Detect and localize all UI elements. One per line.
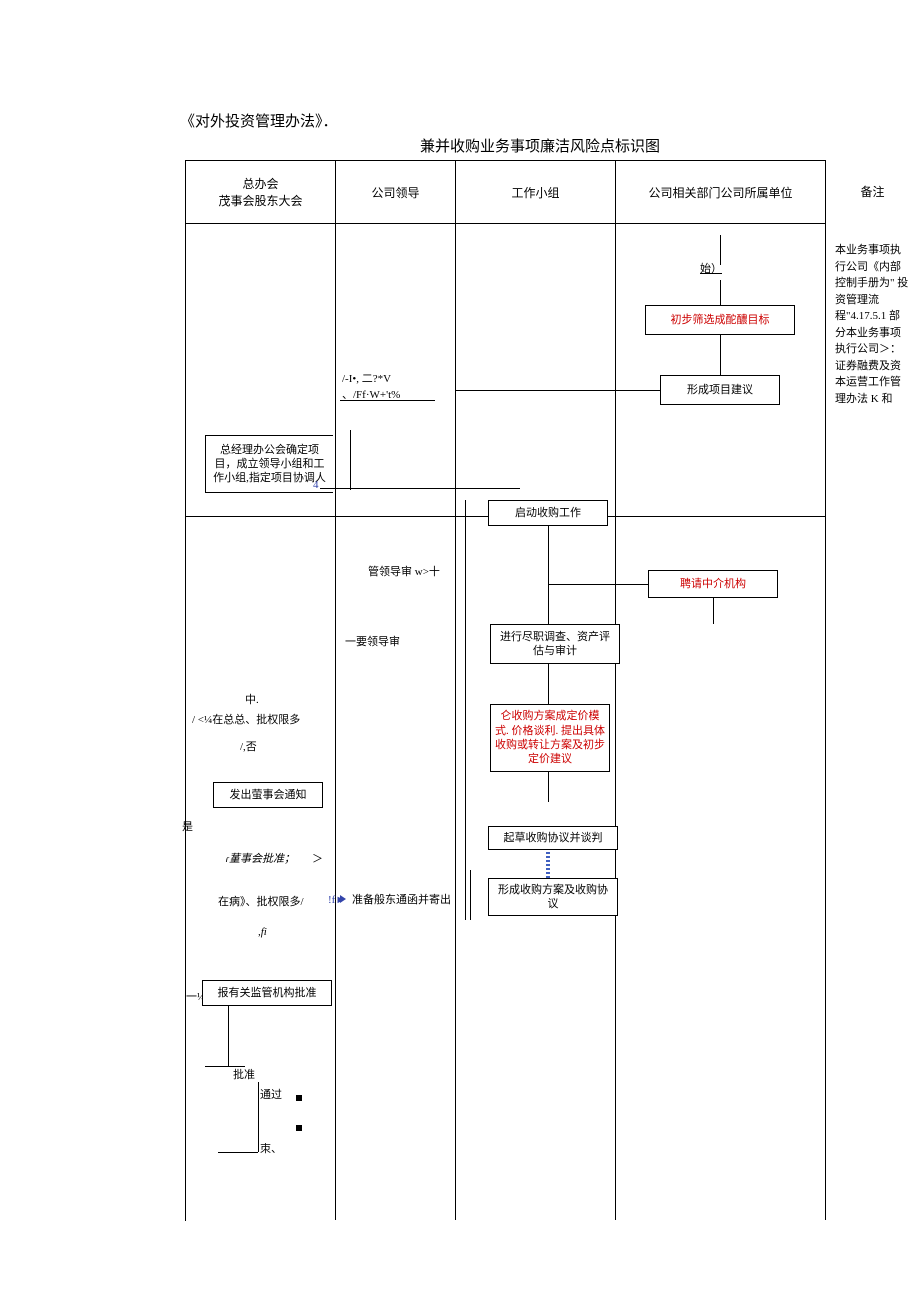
blue-connector xyxy=(546,850,550,878)
conn-4v xyxy=(335,400,336,435)
node-draft: 起草收购协议并谈判 xyxy=(488,826,618,850)
node-report: 报有关监管机构批准 xyxy=(202,980,332,1006)
lane-sep-3 xyxy=(615,222,616,1220)
lane1-label-a: 总办会 xyxy=(218,175,302,192)
node-pricing: 仑收购方案成定价模式. 价格谈利. 提出具体收购或转让方案及初步 定价建议 xyxy=(490,704,610,772)
start-line xyxy=(720,235,721,265)
garble-1b: 、/Ff·W+'t% xyxy=(342,388,400,403)
office-mark: 4 xyxy=(313,478,319,493)
dot-1 xyxy=(296,1095,302,1101)
conn-7v2 xyxy=(713,598,714,624)
doc-title-1: 《对外投资管理办法》． xyxy=(180,110,780,131)
doc-title-2: 兼并收购业务事项廉洁风险点标识图 xyxy=(300,135,780,156)
remark-body: 本业务事项执行公司《内部控制手册为" 投资管理流程"4.17.5.1 部分本业务… xyxy=(835,222,910,407)
conn-1 xyxy=(720,280,721,305)
conn-prep-v xyxy=(470,870,471,920)
leader-audit-1: 管领导审 w>十 xyxy=(368,565,440,580)
node-dd: 进行尽职调查、资产评估与审计 xyxy=(490,624,620,664)
conn-6v xyxy=(548,526,549,584)
node-suggest: 形成项目建议 xyxy=(660,375,780,405)
board-1: ɾ蓳事会批准； xyxy=(225,852,295,867)
conn-12h xyxy=(218,1152,258,1153)
node-plan: 形成收购方案及收购协议 xyxy=(488,878,618,916)
yes-label: 是 xyxy=(182,820,193,835)
pass-label: 通过 xyxy=(260,1088,282,1103)
lane-col-4: 公司相关部门公司所属单位 xyxy=(616,161,826,223)
garble-underline xyxy=(340,400,435,401)
guide-v1 xyxy=(350,430,351,490)
conn-7v xyxy=(548,584,549,624)
node-notice: 发出萤事会通知 xyxy=(213,782,323,808)
mid-3: /,否 xyxy=(240,740,257,755)
garble-1a: /-I•, 二?*V xyxy=(342,372,391,387)
guide-v2 xyxy=(465,500,466,920)
lane1-label-b: 茂事会股东大会 xyxy=(218,192,302,209)
lane-sep-4 xyxy=(825,160,826,1220)
start-node: 始） xyxy=(700,262,722,277)
conn-5v2 xyxy=(455,488,456,516)
node-screen: 初步筛选成酡醲目标 xyxy=(645,305,795,335)
lane-col-2: 公司领导 xyxy=(336,161,456,223)
auth-2: ,fi xyxy=(258,925,267,940)
lane-sep-2 xyxy=(455,222,456,1220)
conn-10h xyxy=(205,1066,245,1067)
lane-col-1: 总办会 茂事会股东大会 xyxy=(186,161,336,223)
conn-2 xyxy=(720,335,721,375)
conn-3h xyxy=(455,390,660,391)
approve-label: 批准 xyxy=(233,1068,255,1083)
conn-10v xyxy=(228,1006,229,1066)
lane-col-3: 工作小组 xyxy=(456,161,616,223)
lane-header-row: 总办会 茂事会股东大会 公司领导 工作小组 公司相关部门公司所属单位 xyxy=(186,161,826,224)
dot-2 xyxy=(296,1125,302,1131)
leader-audit-2: 一要领导审 xyxy=(345,635,400,650)
conn-8v xyxy=(548,664,549,704)
conn-6h xyxy=(548,584,648,585)
mid-1: 中. xyxy=(245,693,259,708)
conn-9v xyxy=(548,772,549,802)
end-label: 朿、 xyxy=(260,1142,282,1157)
conn-11v xyxy=(258,1082,259,1152)
node-prepare: 准备般东通函并寄出 xyxy=(352,893,451,908)
remark-column: 备注 本业务事项执行公司《内部控制手册为" 投资管理流程"4.17.5.1 部分… xyxy=(835,160,910,407)
remark-header: 备注 xyxy=(835,160,910,222)
mid-2: / <¼在总总、批权限多 xyxy=(192,713,300,728)
node-startwork: 启动收购工作 xyxy=(488,500,608,526)
arrow-prepare xyxy=(340,895,346,903)
title-area: 《对外投资管理办法》． 兼并收购业务事项廉洁风险点标识图 xyxy=(180,110,780,156)
node-hire: 聘请中介机构 xyxy=(648,570,778,598)
board-gt: ＞ xyxy=(312,852,323,867)
auth-1: 在病》、批权限多/ xyxy=(218,895,304,910)
lane-sep-1 xyxy=(335,222,336,1220)
